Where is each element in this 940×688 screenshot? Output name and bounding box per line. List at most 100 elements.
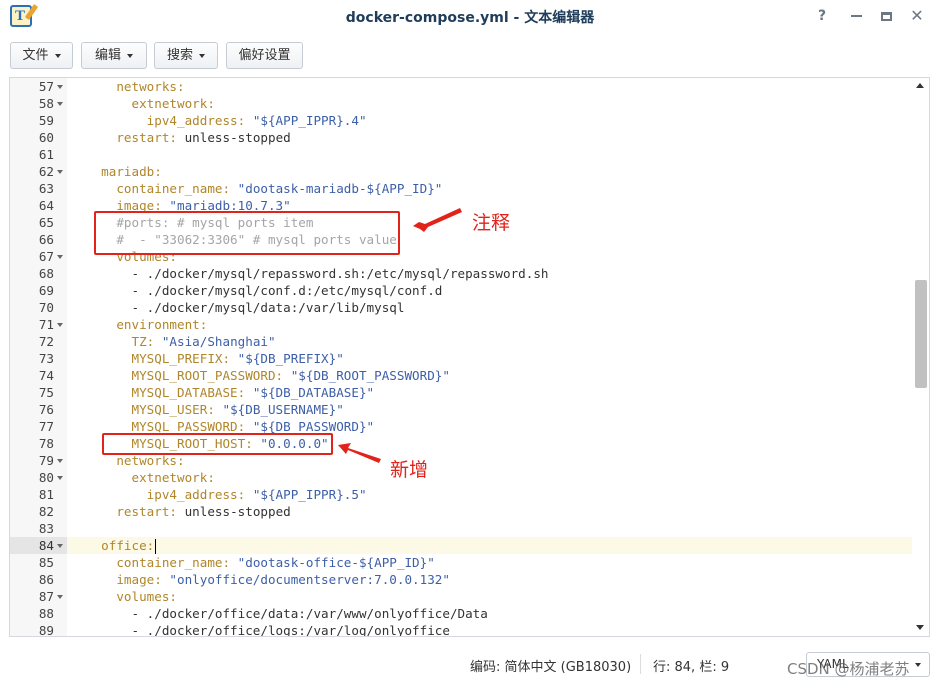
code-token: container_name: — [86, 181, 238, 196]
encoding-status[interactable]: 编码: 简体中文 (GB18030) — [470, 656, 631, 675]
code-line[interactable]: 86 image: "onlyoffice/documentserver:7.0… — [10, 571, 913, 588]
code-editor[interactable]: 57 networks: 58 extnetwork: 59 ipv4_addres… — [9, 77, 930, 637]
code-token: "Asia/Shanghai" — [161, 334, 276, 349]
code-text: TZ: "Asia/Shanghai" — [86, 333, 276, 350]
fold-toggle-icon[interactable] — [57, 170, 63, 174]
code-line[interactable]: 58 extnetwork: — [10, 95, 913, 112]
file-menu-button[interactable]: 文件 — [10, 42, 73, 69]
code-line[interactable]: 83 — [10, 520, 913, 537]
line-number: 62 — [38, 164, 54, 179]
fold-toggle-icon[interactable] — [57, 459, 63, 463]
code-line[interactable]: 81 ipv4_address: "${APP_IPPR}.5" — [10, 486, 913, 503]
preferences-button[interactable]: 偏好设置 — [226, 42, 303, 69]
code-token: unless-stopped — [184, 130, 291, 145]
code-token: environment: — [86, 317, 208, 332]
code-line[interactable]: 63 container_name: "dootask-mariadb-${AP… — [10, 180, 913, 197]
minimize-button[interactable] — [846, 6, 866, 26]
new-annotation-label: 新增 — [390, 459, 429, 481]
code-line[interactable]: 74 MYSQL_ROOT_PASSWORD: "${DB_ROOT_PASSW… — [10, 367, 913, 384]
code-text: - ./docker/office/data:/var/www/onlyoffi… — [86, 605, 488, 622]
code-line[interactable]: 82 restart: unless-stopped — [10, 503, 913, 520]
line-number: 65 — [38, 215, 54, 230]
fold-toggle-icon[interactable] — [57, 323, 63, 327]
line-number: 75 — [38, 385, 54, 400]
code-line[interactable]: 75 MYSQL_DATABASE: "${DB_DATABASE}" — [10, 384, 913, 401]
code-token: MYSQL_PREFIX: — [86, 351, 238, 366]
scroll-down-arrow-icon[interactable] — [916, 625, 924, 630]
edit-menu-button[interactable]: 编辑 — [81, 42, 147, 69]
code-line[interactable]: 88 - ./docker/office/data:/var/www/onlyo… — [10, 605, 913, 622]
vertical-scrollbar[interactable] — [912, 78, 929, 636]
line-number: 58 — [38, 96, 54, 111]
code-token: "dootask-mariadb-${APP_ID}" — [237, 181, 443, 196]
code-token: container_name: — [86, 555, 238, 570]
minimize-icon — [850, 15, 862, 17]
close-button[interactable]: ✕ — [907, 6, 927, 26]
code-line[interactable]: 59 ipv4_address: "${APP_IPPR}.4" — [10, 112, 913, 129]
line-number: 66 — [38, 232, 54, 247]
line-number: 80 — [38, 470, 54, 485]
text-cursor — [155, 539, 157, 554]
chevron-down-icon — [915, 663, 921, 667]
code-line[interactable]: 61 — [10, 146, 913, 163]
code-line[interactable]: 62 mariadb: — [10, 163, 913, 180]
code-line[interactable]: 70 - ./docker/mysql/data:/var/lib/mysql — [10, 299, 913, 316]
line-number: 87 — [38, 589, 54, 604]
line-number: 68 — [38, 266, 54, 281]
code-token: "${DB_DATABASE}" — [252, 385, 375, 400]
help-button[interactable]: ? — [812, 6, 832, 26]
code-line[interactable]: 72 TZ: "Asia/Shanghai" — [10, 333, 913, 350]
code-line[interactable]: 84 office: — [10, 537, 913, 554]
toolbar: 文件 编辑 搜索 偏好设置 — [0, 38, 940, 70]
code-line[interactable]: 69 - ./docker/mysql/conf.d:/etc/mysql/co… — [10, 282, 913, 299]
code-line[interactable]: 60 restart: unless-stopped — [10, 129, 913, 146]
fold-toggle-icon[interactable] — [57, 476, 63, 480]
code-token: MYSQL_USER: — [86, 402, 223, 417]
line-number: 88 — [38, 606, 54, 621]
search-menu-button[interactable]: 搜索 — [154, 42, 218, 69]
code-text: container_name: "dootask-office-${APP_ID… — [86, 554, 434, 571]
code-token: "${APP_IPPR}.4" — [252, 113, 367, 128]
code-text: restart: unless-stopped — [86, 503, 291, 520]
code-token: - ./docker/mysql/repassword.sh:/etc/mysq… — [86, 266, 549, 281]
code-line[interactable]: 68 - ./docker/mysql/repassword.sh:/etc/m… — [10, 265, 913, 282]
scroll-up-arrow-icon[interactable] — [916, 83, 924, 88]
code-text: - ./docker/mysql/data:/var/lib/mysql — [86, 299, 404, 316]
fold-toggle-icon[interactable] — [57, 255, 63, 259]
code-line[interactable]: 73 MYSQL_PREFIX: "${DB_PREFIX}" — [10, 350, 913, 367]
maximize-icon — [880, 11, 892, 21]
fold-toggle-icon[interactable] — [57, 85, 63, 89]
code-line[interactable]: 89 - ./docker/office/logs:/var/log/onlyo… — [10, 622, 913, 636]
maximize-button[interactable] — [876, 6, 896, 26]
fold-toggle-icon[interactable] — [57, 595, 63, 599]
code-line[interactable]: 57 networks: — [10, 78, 913, 95]
line-number: 86 — [38, 572, 54, 587]
code-token: "${DB_ROOT_PASSWORD}" — [290, 368, 450, 383]
code-line[interactable]: 76 MYSQL_USER: "${DB_USERNAME}" — [10, 401, 913, 418]
code-text: container_name: "dootask-mariadb-${APP_I… — [86, 180, 442, 197]
code-text: image: "onlyoffice/documentserver:7.0.0.… — [86, 571, 450, 588]
fold-toggle-icon[interactable] — [57, 544, 63, 548]
code-token: - ./docker/office/data:/var/www/onlyoffi… — [86, 606, 488, 621]
code-text: MYSQL_DATABASE: "${DB_DATABASE}" — [86, 384, 374, 401]
code-token: unless-stopped — [184, 504, 291, 519]
code-line[interactable]: 85 container_name: "dootask-office-${APP… — [10, 554, 913, 571]
code-token: extnetwork: — [86, 470, 215, 485]
fold-toggle-icon[interactable] — [57, 102, 63, 106]
code-text: MYSQL_PREFIX: "${DB_PREFIX}" — [86, 350, 343, 367]
line-number: 82 — [38, 504, 54, 519]
code-token: office: — [86, 538, 155, 553]
code-token: "${APP_IPPR}.5" — [252, 487, 367, 502]
line-number: 78 — [38, 436, 54, 451]
line-number: 64 — [38, 198, 54, 213]
code-line[interactable]: 71 environment: — [10, 316, 913, 333]
line-number: 57 — [38, 79, 54, 94]
scrollbar-thumb[interactable] — [915, 280, 927, 388]
line-number: 69 — [38, 283, 54, 298]
line-number: 84 — [38, 538, 54, 553]
line-number: 77 — [38, 419, 54, 434]
line-number: 71 — [38, 317, 54, 332]
code-line[interactable]: 87 volumes: — [10, 588, 913, 605]
line-number: 73 — [38, 351, 54, 366]
code-line[interactable]: 80 extnetwork: — [10, 469, 913, 486]
